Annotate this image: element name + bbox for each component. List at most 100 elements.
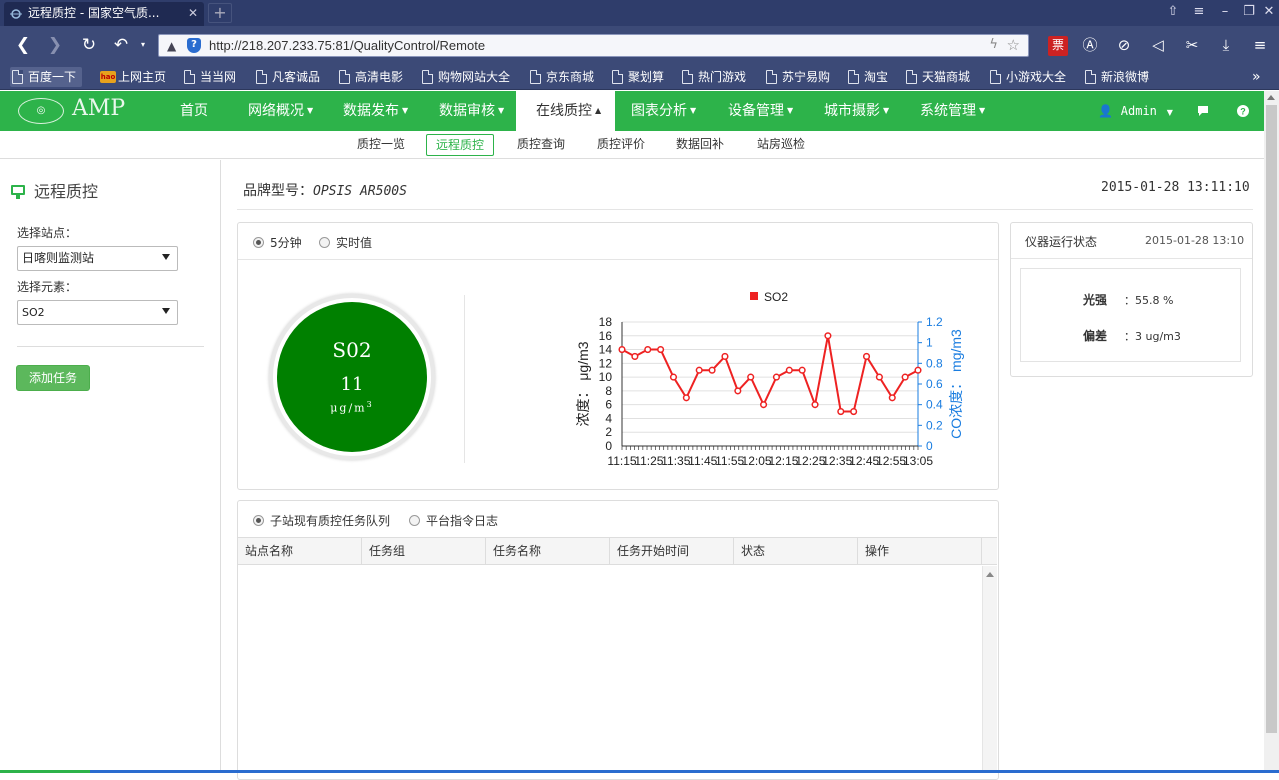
bookmark-item[interactable]: 当当网 [182, 67, 236, 87]
menu-data-audit[interactable]: 数据审核 ▼ [439, 91, 504, 131]
menu-network-overview[interactable]: 网络概况 ▼ [248, 91, 313, 131]
menu-chart-analysis[interactable]: 图表分析 ▼ [631, 91, 696, 131]
y-tick-label: 14 [599, 343, 613, 357]
y-tick-label: 2 [605, 425, 612, 439]
menu-data-publish[interactable]: 数据发布 ▼ [343, 91, 408, 131]
column-header[interactable]: 任务名称 [486, 538, 610, 565]
radio-5min[interactable]: 5分钟 [253, 234, 302, 251]
browser-tab[interactable]: 远程质控 - 国家空气质... ✕ [4, 2, 204, 26]
chat-icon[interactable] [1197, 105, 1209, 117]
page-icon [1085, 70, 1096, 84]
menu-online-qc[interactable]: 在线质控 ▲ [516, 91, 616, 131]
page-icon [530, 70, 541, 84]
menu-home[interactable]: 首页 [180, 91, 208, 131]
close-window-icon[interactable]: ✕ [1256, 4, 1279, 19]
column-header[interactable]: 站点名称 [238, 538, 362, 565]
bookmark-item[interactable]: 高清电影 [337, 67, 403, 87]
data-point [811, 401, 819, 409]
data-point [888, 394, 896, 402]
bookmark-item[interactable]: 淘宝 [846, 67, 888, 87]
user-menu[interactable]: 👤 Admin ▼ [1098, 91, 1173, 131]
new-tab-button[interactable]: + [208, 3, 232, 23]
forward-icon[interactable]: ❯ [44, 35, 66, 57]
y-tick-label: 6 [605, 398, 612, 412]
data-point [772, 373, 780, 381]
address-bar[interactable]: ▲ ? http://218.207.233.75:81/QualityCont… [158, 34, 1029, 57]
minimize-icon[interactable]: – [1212, 4, 1238, 19]
lightning-icon[interactable]: ϟ [989, 37, 998, 52]
add-task-button[interactable]: 添加任务 [16, 365, 90, 391]
bookmark-item[interactable]: 聚划算 [610, 67, 664, 87]
radio-realtime[interactable]: 实时值 [319, 234, 372, 251]
y-tick-label: 18 [599, 315, 613, 329]
page-scrollbar[interactable] [1264, 91, 1279, 773]
tab-close-icon[interactable]: ✕ [188, 2, 198, 24]
y-axis-title: 浓度： μg/m3 [575, 341, 591, 426]
scroll-up-icon[interactable] [986, 572, 994, 577]
data-point [837, 408, 845, 416]
scroll-up-icon[interactable] [1267, 95, 1275, 100]
menu-icon[interactable]: ≡ [1186, 4, 1212, 19]
subnav-qc-evaluation[interactable]: 质控评价 [588, 134, 654, 156]
bookmark-item[interactable]: 热门游戏 [680, 67, 746, 87]
column-header[interactable]: 任务组 [362, 538, 486, 565]
column-header[interactable]: 状态 [734, 538, 858, 565]
compass-icon[interactable]: ⊘ [1114, 36, 1134, 56]
bookmark-item[interactable]: 百度一下 [10, 67, 83, 87]
table-scrollbar[interactable] [982, 566, 997, 773]
bookmark-item[interactable]: 小游戏大全 [988, 67, 1066, 87]
radio-command-log[interactable]: 平台指令日志 [409, 512, 498, 529]
reload-icon[interactable]: ↻ [78, 35, 100, 57]
subnav-qc-query[interactable]: 质控查询 [508, 134, 574, 156]
bookmark-item[interactable]: 凡客诚品 [254, 67, 320, 87]
help-icon[interactable]: ? [1237, 105, 1249, 117]
y2-tick-label: 0.8 [926, 356, 943, 370]
x-tick-label: 12:05 [742, 454, 772, 468]
column-header[interactable]: 操作 [858, 538, 982, 565]
scrollbar-thumb[interactable] [1266, 105, 1277, 733]
url-text[interactable]: http://218.207.233.75:81/QualityControl/… [209, 38, 485, 53]
pin-icon[interactable]: ⇧ [1160, 4, 1186, 19]
data-point [862, 352, 871, 360]
y2-axis-title: CO浓度： mg/m3 [948, 329, 964, 439]
bookmark-item[interactable]: 天猫商城 [904, 67, 970, 87]
subnav-data-backfill[interactable]: 数据回补 [667, 134, 733, 156]
subnav-remote-qc[interactable]: 远程质控 [426, 134, 495, 156]
bookmark-item[interactable]: 苏宁易购 [764, 67, 830, 87]
bookmark-item[interactable]: hao 上网主页 [100, 67, 166, 87]
bookmark-item[interactable]: 京东商城 [528, 67, 594, 87]
gauge-fill: S02 11 μg/m3 [277, 302, 427, 452]
back-icon[interactable]: ❮ [12, 35, 34, 57]
page-icon [256, 70, 267, 84]
subnav-qc-overview[interactable]: 质控一览 [348, 134, 414, 156]
task-table-header: 站点名称 任务组 任务名称 任务开始时间 状态 操作 [238, 537, 997, 565]
ticket-icon[interactable]: 票 [1048, 36, 1068, 56]
x-tick-label: 11:35 [661, 454, 690, 468]
radio-task-queue[interactable]: 子站现有质控任务队列 [253, 512, 390, 529]
download-icon[interactable]: ⤓ [1216, 36, 1236, 56]
browser-nav-bar: ❮ ❯ ↻ ↶ ▾ ▲ ? http://218.207.233.75:81/Q… [0, 26, 1279, 64]
menu-system-management[interactable]: 系统管理 ▼ [920, 91, 985, 131]
more-bookmarks-icon[interactable]: » [1248, 67, 1261, 87]
speaker-icon[interactable]: ◁ [1148, 36, 1168, 56]
element-select[interactable]: SO2 [17, 300, 178, 325]
undo-dropdown-icon[interactable]: ▾ [132, 35, 154, 57]
column-header[interactable]: 任务开始时间 [610, 538, 734, 565]
menu-device-management[interactable]: 设备管理 ▼ [728, 91, 793, 131]
menu-city-photo[interactable]: 城市摄影 ▼ [824, 91, 889, 131]
adblock-icon[interactable]: Ⓐ [1080, 36, 1100, 56]
station-select[interactable]: 日喀则监测站 [17, 246, 178, 271]
deviation-value: ：3 ug/m3 [1124, 330, 1181, 343]
y2-tick-label: 0 [926, 439, 933, 453]
y2-tick-label: 0.6 [926, 377, 943, 391]
bookmark-item[interactable]: 新浪微博 [1083, 67, 1149, 87]
bookmark-star-icon[interactable]: ☆ [1007, 36, 1020, 54]
scissors-icon[interactable]: ✂ [1182, 36, 1202, 56]
divider [237, 209, 1253, 210]
settings-menu-icon[interactable]: ≡ [1250, 36, 1270, 56]
undo-icon[interactable]: ↶ [110, 35, 132, 57]
data-point [669, 373, 678, 381]
subnav-station-inspection[interactable]: 站房巡检 [748, 134, 814, 156]
bookmark-item[interactable]: 购物网站大全 [420, 67, 510, 87]
sidebar: 远程质控 选择站点： 日喀则监测站 选择元素： SO2 添加任务 [0, 160, 221, 773]
